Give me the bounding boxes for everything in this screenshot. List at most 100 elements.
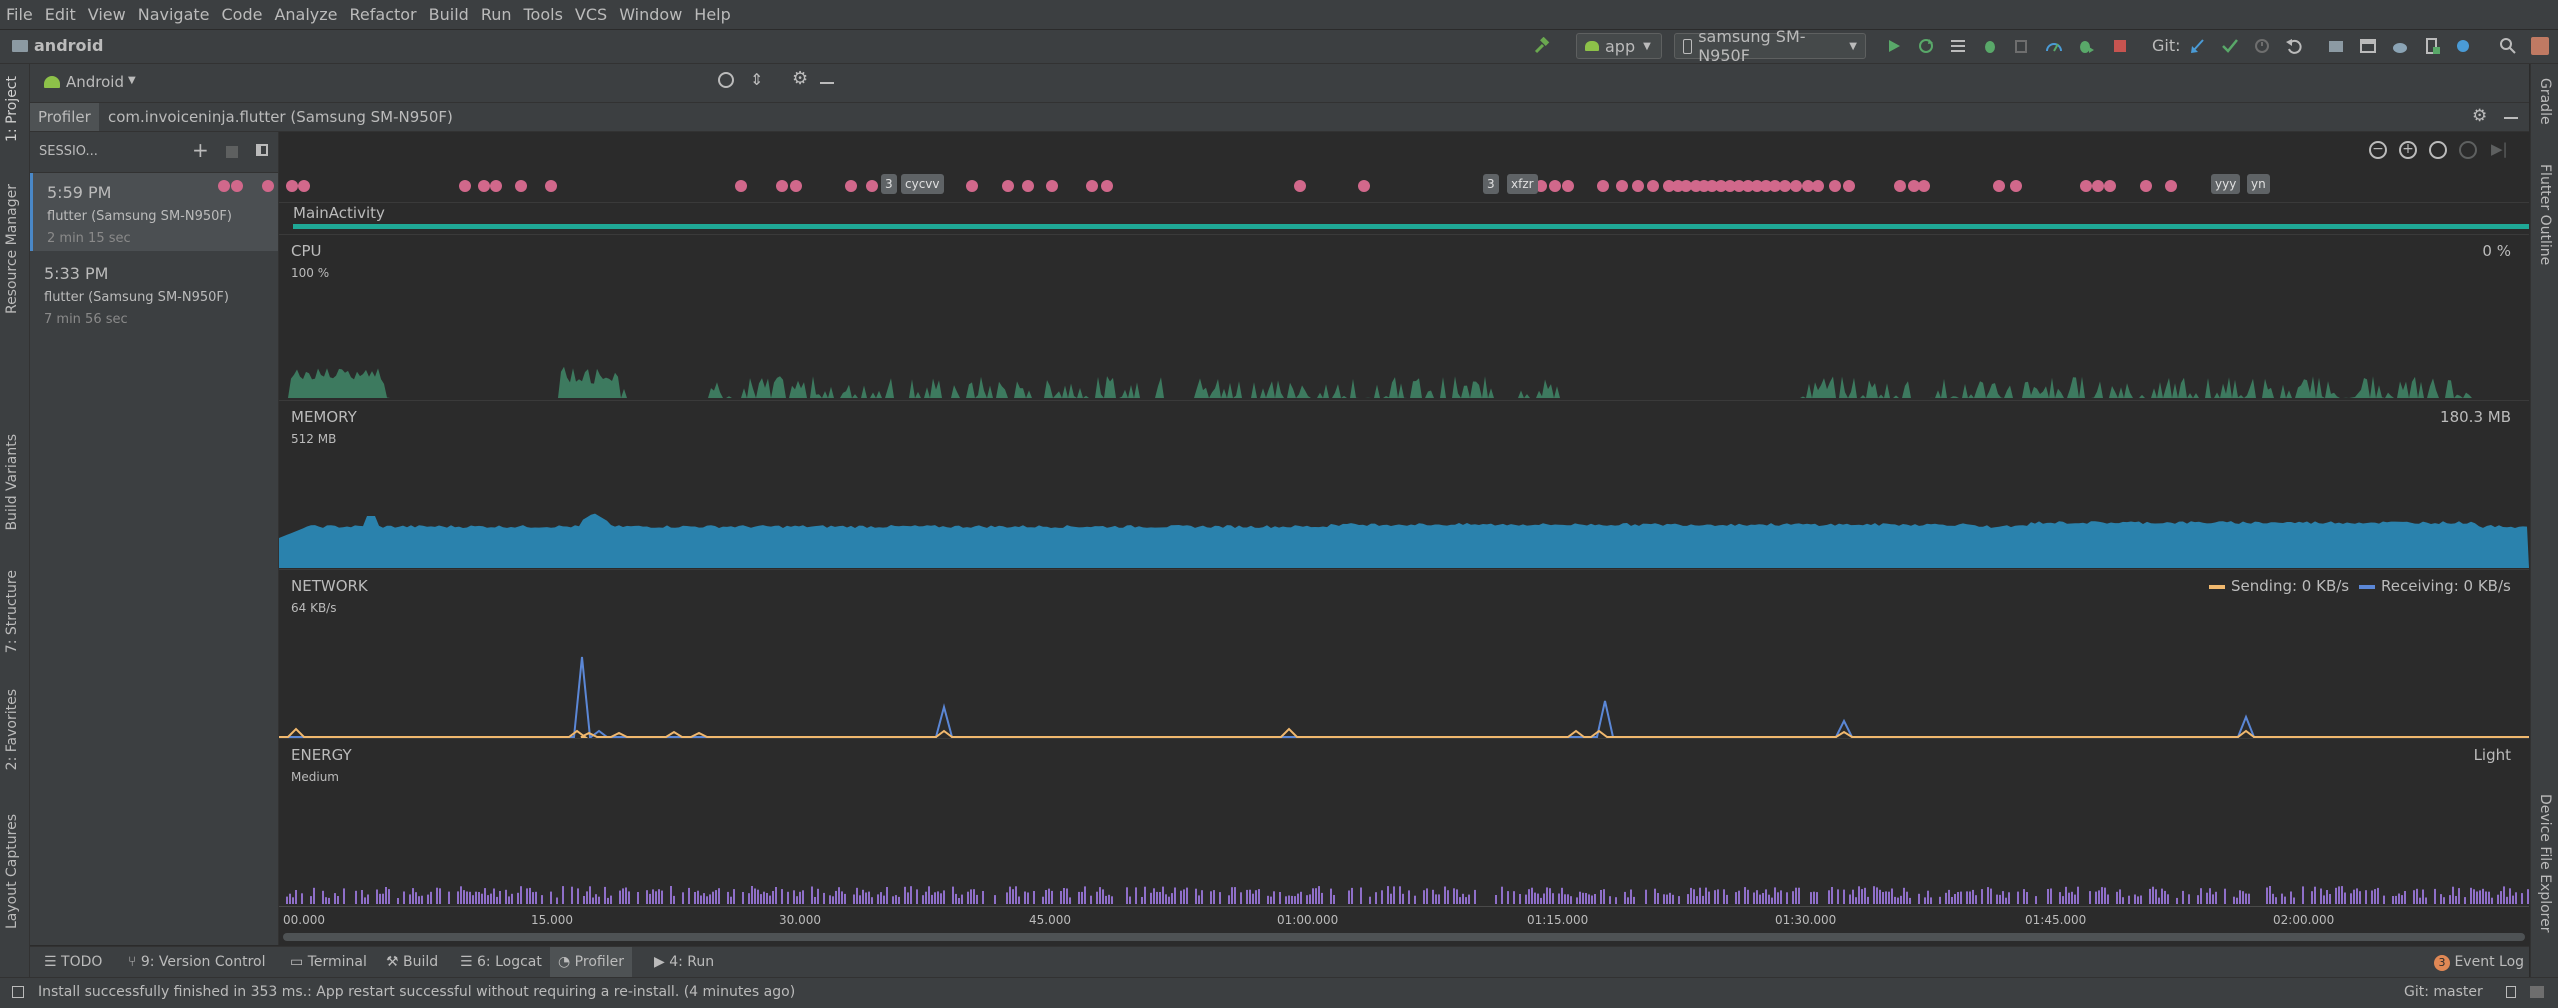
event-marker[interactable] — [1616, 180, 1628, 192]
event-marker[interactable] — [1790, 180, 1802, 192]
tab-build[interactable]: ⚒ Build — [386, 947, 438, 977]
event-marker[interactable] — [1647, 180, 1659, 192]
energy-lane[interactable]: ENERGY Medium Light — [279, 738, 2529, 906]
network-lane[interactable]: NETWORK 64 KB/s Sending: 0 KB/s Receivin… — [279, 569, 2529, 739]
menu-vcs[interactable]: VCS — [569, 0, 613, 29]
run-config-select[interactable]: app ▼ — [1576, 33, 1662, 59]
menu-code[interactable]: Code — [216, 0, 269, 29]
event-marker[interactable] — [1918, 180, 1930, 192]
event-marker[interactable] — [735, 180, 747, 192]
rollback-icon[interactable] — [2282, 34, 2306, 58]
event-marker[interactable] — [1562, 180, 1574, 192]
tab-structure[interactable]: 7: Structure — [4, 570, 20, 653]
tab-run[interactable]: ▶ 4: Run — [654, 947, 714, 977]
gear-icon[interactable]: ⚙ — [792, 68, 808, 89]
tab-version-control[interactable]: ⑂ 9: Version Control — [128, 947, 265, 977]
activity-bar[interactable] — [293, 224, 2529, 229]
event-text-tag[interactable]: cycvv — [901, 174, 944, 194]
run-icon[interactable] — [1882, 34, 1906, 58]
tab-device-file-explorer[interactable]: Device File Explorer — [2537, 794, 2553, 933]
tab-favorites[interactable]: 2: Favorites — [4, 689, 20, 770]
event-marker[interactable] — [231, 180, 243, 192]
event-marker[interactable] — [845, 180, 857, 192]
search-icon[interactable] — [2496, 34, 2520, 58]
event-marker[interactable] — [866, 180, 878, 192]
lock-icon[interactable] — [2506, 986, 2516, 998]
tab-flutter-outline[interactable]: Flutter Outline — [2537, 164, 2553, 265]
hammer-icon[interactable] — [1530, 34, 1554, 58]
menu-navigate[interactable]: Navigate — [132, 0, 216, 29]
menu-help[interactable]: Help — [688, 0, 736, 29]
event-marker[interactable] — [1894, 180, 1906, 192]
git-update-icon[interactable] — [2186, 34, 2210, 58]
timeline-scrollbar[interactable] — [283, 933, 2525, 941]
minimize-icon[interactable] — [820, 82, 834, 84]
project-structure-icon[interactable] — [2324, 34, 2348, 58]
memory-indicator-icon[interactable] — [2530, 986, 2544, 998]
event-marker[interactable] — [2010, 180, 2022, 192]
event-marker[interactable] — [515, 180, 527, 192]
go-live-icon[interactable]: ▶| — [2491, 140, 2508, 158]
menu-file[interactable]: File — [0, 0, 39, 29]
event-marker[interactable] — [1101, 180, 1113, 192]
event-count-badge[interactable]: 3 — [881, 174, 897, 194]
stop-session-icon[interactable] — [226, 146, 238, 158]
menu-analyze[interactable]: Analyze — [268, 0, 343, 29]
event-marker[interactable] — [1022, 180, 1034, 192]
tab-gradle[interactable]: Gradle — [2537, 78, 2553, 125]
attach-debugger-icon[interactable] — [2010, 34, 2034, 58]
tab-layout-captures[interactable]: Layout Captures — [4, 814, 20, 929]
tab-terminal[interactable]: ▭ Terminal — [290, 947, 367, 977]
event-marker[interactable] — [776, 180, 788, 192]
event-marker[interactable] — [459, 180, 471, 192]
event-marker[interactable] — [1993, 180, 2005, 192]
git-commit-icon[interactable] — [2218, 34, 2242, 58]
add-session-icon[interactable]: + — [192, 138, 209, 162]
event-marker[interactable] — [1358, 180, 1370, 192]
event-text-tag[interactable]: yyy — [2211, 174, 2241, 194]
debug-icon[interactable] — [1978, 34, 2002, 58]
event-marker[interactable] — [2080, 180, 2092, 192]
event-marker[interactable] — [966, 180, 978, 192]
event-marker[interactable] — [218, 180, 230, 192]
tab-logcat[interactable]: ☰ 6: Logcat — [460, 947, 542, 977]
event-marker[interactable] — [1843, 180, 1855, 192]
event-marker[interactable] — [1294, 180, 1306, 192]
device-select[interactable]: samsung SM-N950F ▼ — [1674, 27, 1866, 65]
stop-icon[interactable] — [2108, 34, 2132, 58]
event-marker[interactable] — [1002, 180, 1014, 192]
memory-lane[interactable]: MEMORY 512 MB 180.3 MB — [279, 400, 2529, 570]
tab-project[interactable]: 1: Project — [4, 76, 20, 142]
menu-run[interactable]: Run — [475, 0, 518, 29]
collapse-all-icon[interactable]: ⇕ — [750, 70, 763, 89]
event-count-badge[interactable]: 3 — [1483, 174, 1499, 194]
event-marker[interactable] — [2104, 180, 2116, 192]
avatar[interactable] — [2528, 34, 2552, 58]
event-log-button[interactable]: 3 Event Log — [2434, 947, 2524, 977]
zoom-out-icon[interactable]: − — [2369, 141, 2387, 159]
cpu-lane[interactable]: CPU 100 % 0 % — [279, 234, 2529, 401]
event-marker[interactable] — [490, 180, 502, 192]
event-marker[interactable] — [2165, 180, 2177, 192]
menu-edit[interactable]: Edit — [39, 0, 82, 29]
profiler-icon[interactable] — [2042, 34, 2066, 58]
event-marker[interactable] — [262, 180, 274, 192]
tab-resource-manager[interactable]: Resource Manager — [4, 184, 20, 314]
tab-process[interactable]: com.invoiceninja.flutter (Samsung SM-N95… — [100, 103, 461, 131]
apply-changes-icon[interactable] — [1914, 34, 1938, 58]
event-marker[interactable] — [286, 180, 298, 192]
coverage-icon[interactable] — [1946, 34, 1970, 58]
event-marker[interactable] — [545, 180, 557, 192]
tab-profiler-tool[interactable]: ◔ Profiler — [550, 947, 632, 977]
tab-todo[interactable]: ☰ TODO — [44, 947, 102, 977]
event-marker[interactable] — [1549, 180, 1561, 192]
git-history-icon[interactable] — [2250, 34, 2274, 58]
locate-icon[interactable] — [718, 72, 734, 88]
status-message[interactable]: Install successfully finished in 353 ms.… — [38, 984, 795, 1000]
event-marker[interactable] — [1086, 180, 1098, 192]
menu-refactor[interactable]: Refactor — [344, 0, 423, 29]
menu-view[interactable]: View — [82, 0, 132, 29]
tab-build-variants[interactable]: Build Variants — [4, 434, 20, 531]
session-item[interactable]: 5:33 PM flutter (Samsung SM-N950F) 7 min… — [30, 254, 278, 332]
zoom-to-selection-icon[interactable] — [2459, 141, 2477, 159]
